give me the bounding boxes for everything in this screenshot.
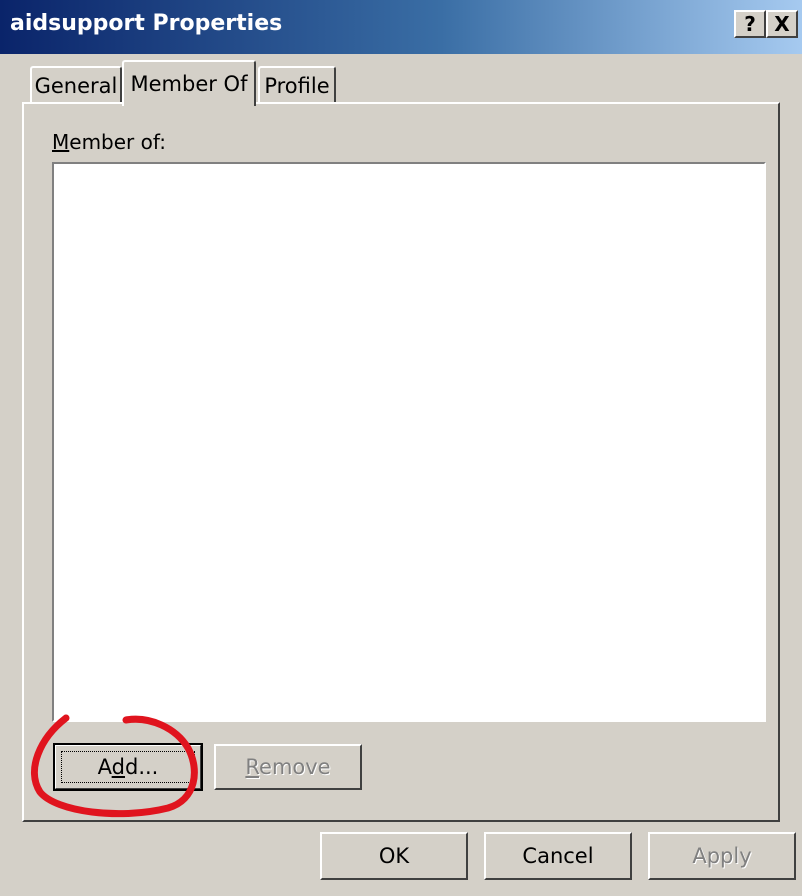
title-bar[interactable]: aidsupport Properties ? X — [0, 0, 802, 54]
ok-button-label: OK — [378, 844, 410, 868]
help-button[interactable]: ? — [734, 10, 766, 38]
member-of-list[interactable] — [52, 162, 766, 722]
add-button-label: Add... — [97, 755, 159, 779]
cancel-button-label: Cancel — [522, 844, 594, 868]
apply-button[interactable]: Apply — [648, 832, 796, 880]
tab-member-of[interactable]: Member Of — [122, 60, 256, 106]
tab-profile-label: Profile — [264, 74, 330, 98]
tab-general-label: General — [34, 74, 118, 98]
ok-button[interactable]: OK — [320, 832, 468, 880]
cancel-button[interactable]: Cancel — [484, 832, 632, 880]
remove-button[interactable]: Remove — [214, 744, 362, 790]
apply-button-label: Apply — [692, 844, 752, 868]
properties-dialog: aidsupport Properties ? X General Member… — [0, 0, 802, 896]
close-button[interactable]: X — [766, 10, 798, 38]
add-button[interactable]: Add... — [53, 743, 203, 791]
tab-member-of-label: Member Of — [130, 72, 248, 96]
member-of-label: Member of: — [52, 130, 166, 154]
remove-button-label: Remove — [245, 755, 331, 779]
tab-profile[interactable]: Profile — [258, 66, 336, 104]
tab-general[interactable]: General — [30, 66, 122, 104]
window-title: aidsupport Properties — [10, 11, 283, 36]
